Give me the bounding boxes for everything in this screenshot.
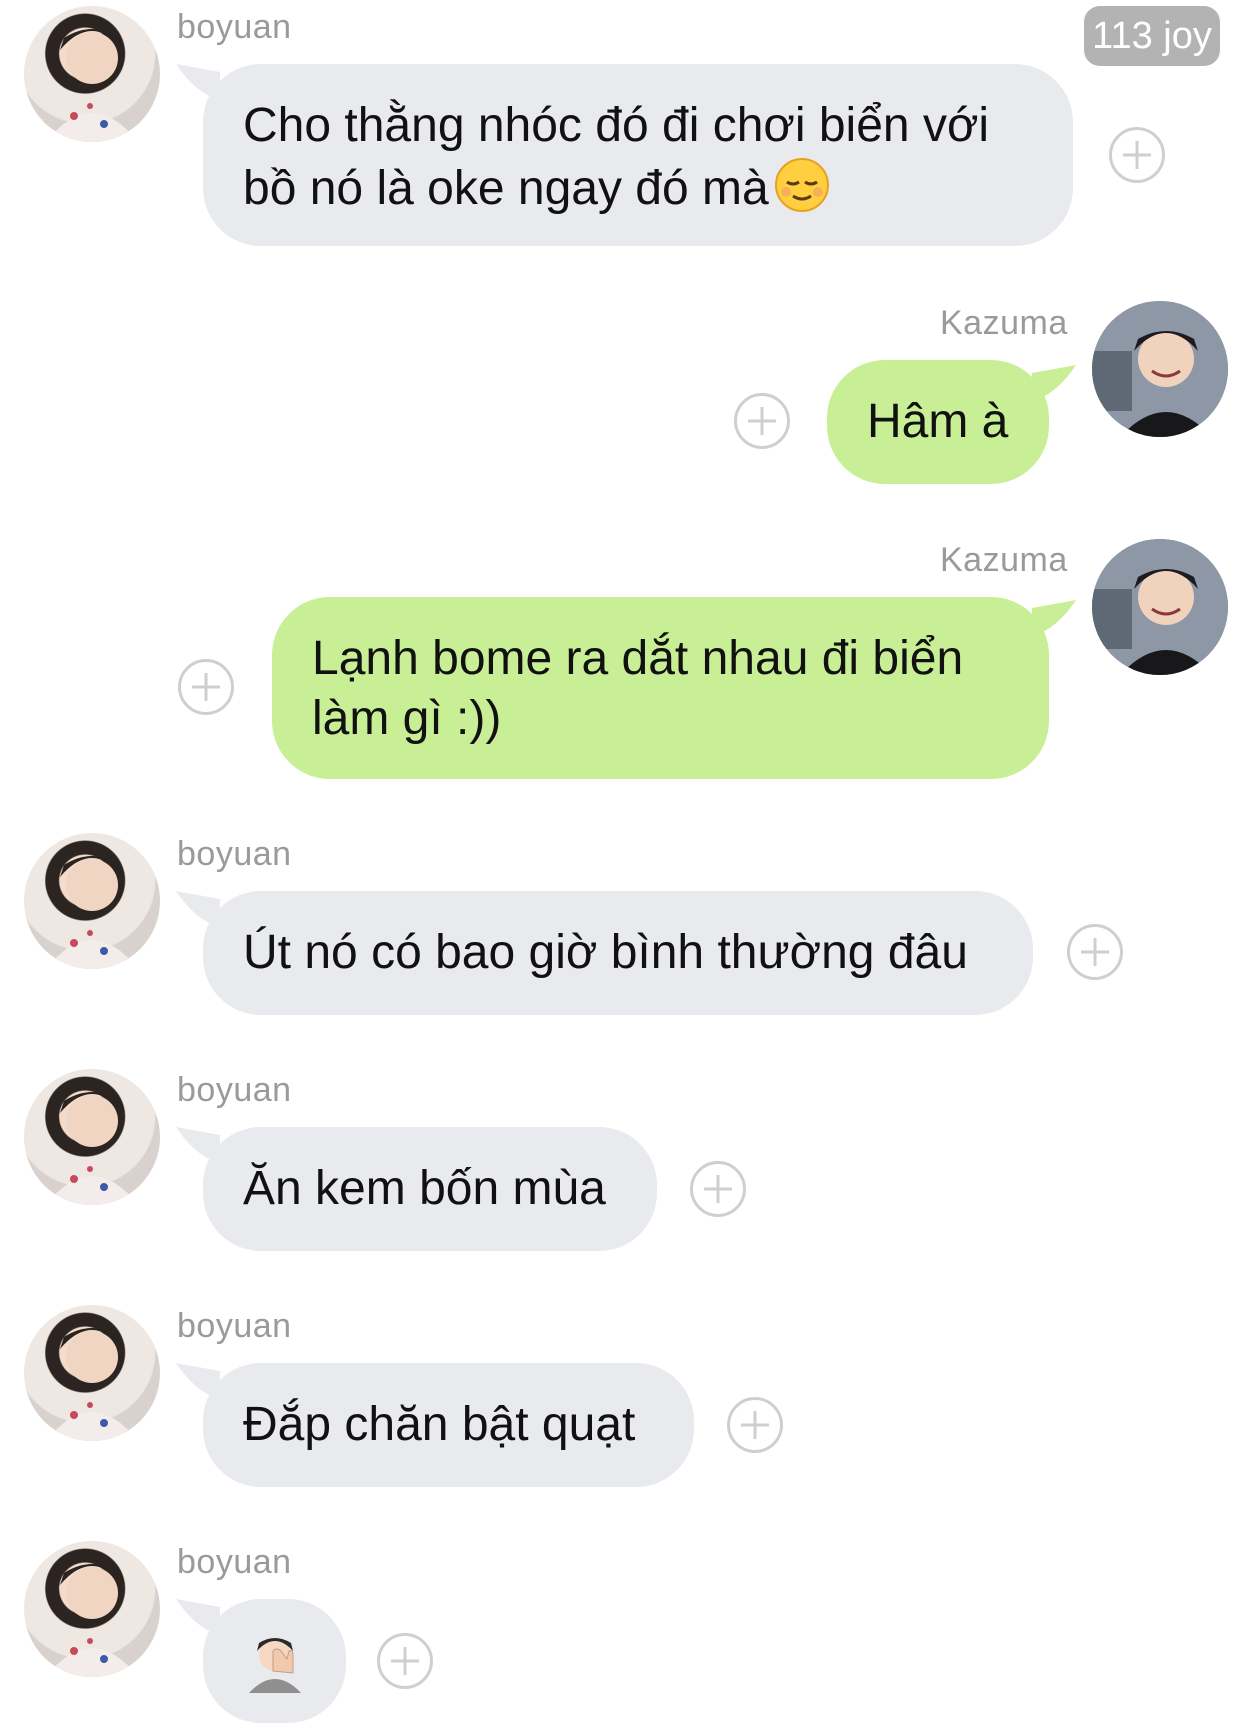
plus-circle-icon[interactable] — [1109, 127, 1165, 183]
plus-circle-icon[interactable] — [690, 1161, 746, 1217]
reaction-count-badge: 113 joy — [1084, 6, 1220, 66]
message-text: Đắp chăn bật quạt — [243, 1398, 636, 1451]
message-bubble[interactable]: Đắp chăn bật quạt — [203, 1363, 694, 1487]
message-text-line: bồ nó là oke ngay đó mà — [243, 156, 1033, 219]
avatar-boyuan[interactable] — [24, 1541, 160, 1677]
message-text-line: Lạnh bome ra dắt nhau đi biển — [312, 632, 964, 685]
message-text: Út nó có bao giờ bình thường đâu — [243, 926, 968, 979]
sender-name: boyuan — [177, 1071, 292, 1109]
message-text: Hâm à — [867, 395, 1009, 448]
avatar-kazuma[interactable] — [1092, 301, 1228, 437]
message-bubble[interactable]: Út nó có bao giờ bình thường đâu — [203, 891, 1033, 1015]
plus-circle-icon[interactable] — [178, 659, 234, 715]
avatar-boyuan[interactable] — [24, 1069, 160, 1205]
message-bubble[interactable]: Hâm à — [827, 360, 1049, 484]
message-text-line: Cho thằng nhóc đó đi chơi biển với — [243, 99, 990, 152]
message-bubble[interactable]: Cho thằng nhóc đó đi chơi biển với bồ nó… — [203, 64, 1073, 246]
sender-name: Kazuma — [940, 541, 1068, 579]
plus-circle-icon[interactable] — [377, 1633, 433, 1689]
sender-name: boyuan — [177, 835, 292, 873]
message-text-line: làm gì :)) — [312, 692, 502, 745]
sender-name: Kazuma — [940, 304, 1068, 342]
sender-name: boyuan — [177, 8, 292, 46]
plus-circle-icon[interactable] — [734, 393, 790, 449]
message-text: Ăn kem bốn mùa — [243, 1162, 606, 1215]
avatar-boyuan[interactable] — [24, 1305, 160, 1441]
message-bubble[interactable] — [203, 1599, 346, 1723]
avatar-boyuan[interactable] — [24, 833, 160, 969]
person-facepalming-icon — [249, 1638, 301, 1693]
plus-circle-icon[interactable] — [1067, 924, 1123, 980]
sender-name: boyuan — [177, 1543, 292, 1581]
relieved-face-icon — [774, 158, 829, 212]
message-bubble[interactable]: Ăn kem bốn mùa — [203, 1127, 657, 1251]
message-bubble[interactable]: Lạnh bome ra dắt nhau đi biển làm gì :)) — [272, 597, 1049, 779]
sender-name: boyuan — [177, 1307, 292, 1345]
plus-circle-icon[interactable] — [727, 1397, 783, 1453]
avatar-boyuan[interactable] — [24, 6, 160, 142]
avatar-kazuma[interactable] — [1092, 539, 1228, 675]
